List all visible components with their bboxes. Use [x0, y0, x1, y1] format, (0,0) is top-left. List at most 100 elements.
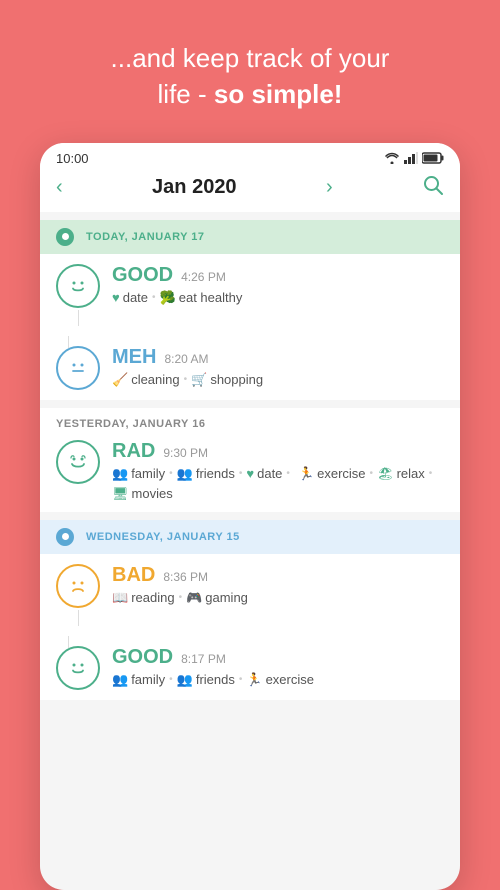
yesterday-header: YESTERDAY, JANUARY 16: [40, 408, 460, 430]
tag-label-date: date: [123, 290, 148, 305]
mood-label-bad: BAD: [112, 564, 155, 587]
entry-content-bad: BAD 8:36 PM 📖 reading • 🎮 gaming: [112, 564, 444, 606]
status-bar: 10:00: [40, 143, 460, 166]
smiley-rad-icon: [65, 449, 91, 475]
entry-tags-bad: 📖 reading • 🎮 gaming: [112, 590, 444, 606]
mood-icon-good: [56, 264, 100, 308]
tag-friends-2: 👥 friends: [177, 672, 235, 688]
mood-label-good2: GOOD: [112, 646, 173, 669]
cleaning-icon: 🧹: [112, 372, 128, 388]
tag-label-exercise-rad: exercise: [317, 466, 365, 481]
movies-icon: 🖥: [112, 486, 129, 502]
entry-time-rad: 9:30 PM: [163, 446, 208, 460]
tag-label-family: family: [131, 466, 165, 481]
tag-cleaning: 🧹 cleaning: [112, 372, 180, 388]
tag-family: 👥 family: [112, 466, 165, 482]
mood-icon-meh: [56, 346, 100, 390]
entry-time-bad: 8:36 PM: [163, 570, 208, 584]
battery-icon: [422, 152, 444, 164]
wednesday-dot: [56, 528, 74, 546]
prev-month-button[interactable]: ‹: [56, 176, 63, 199]
entry-title-row-bad: BAD 8:36 PM: [112, 564, 444, 587]
entry-title-row: GOOD 4:26 PM: [112, 264, 444, 287]
tag-gaming: 🎮 gaming: [186, 590, 248, 606]
mood-label-rad: RAD: [112, 440, 155, 463]
entry-title-row-meh: MEH 8:20 AM: [112, 346, 444, 369]
tagline-line1: ...and keep track of your: [111, 43, 390, 73]
tag-label-eat: eat healthy: [179, 290, 243, 305]
today-block: TODAY, JANUARY 17 GOOD: [40, 220, 460, 400]
tag-label-friends2: friends: [196, 672, 235, 687]
entry-good-1[interactable]: GOOD 4:26 PM ♥ date • 🥦 eat healthy: [40, 254, 460, 336]
heart-icon: ♥: [112, 290, 120, 305]
tag-label-cleaning: cleaning: [131, 372, 179, 387]
entry-tags-rad: 👥 family • 👥 friends • ♥ date: [112, 466, 444, 502]
entry-content-good-2: GOOD 8:17 PM 👥 family • 👥 friends: [112, 646, 444, 688]
tag-date-rad: ♥ date: [246, 466, 282, 481]
wednesday-block: WEDNESDAY, JANUARY 15 BA: [40, 520, 460, 700]
tag-label-date-rad: date: [257, 466, 282, 481]
smiley-meh-icon: [65, 355, 91, 381]
family-icon: 👥: [112, 466, 128, 482]
entry-time-good: 4:26 PM: [181, 270, 226, 284]
tag-family-2: 👥 family: [112, 672, 165, 688]
today-label: TODAY, JANUARY 17: [86, 231, 205, 243]
entry-good-2[interactable]: GOOD 8:17 PM 👥 family • 👥 friends: [40, 636, 460, 700]
smiley-good-icon: [65, 273, 91, 299]
entry-connector: [78, 310, 79, 326]
search-icon: [422, 174, 444, 196]
tag-eat-healthy: 🥦 eat healthy: [160, 290, 243, 306]
entry-title-row-good2: GOOD 8:17 PM: [112, 646, 444, 669]
wifi-icon: [384, 152, 400, 164]
entry-time-good2: 8:17 PM: [181, 652, 226, 666]
mood-label-meh: MEH: [112, 346, 156, 369]
tag-label-relax: relax: [397, 466, 425, 481]
signal-icon: [404, 152, 418, 164]
reading-icon: 📖: [112, 590, 128, 606]
day-list: TODAY, JANUARY 17 GOOD: [40, 212, 460, 890]
entry-tags-good: ♥ date • 🥦 eat healthy: [112, 290, 444, 306]
entry-content-meh-1: MEH 8:20 AM 🧹 cleaning • 🛒 shopping: [112, 346, 444, 388]
friends-icon: 👥: [177, 466, 193, 482]
wednesday-dot-inner: [62, 533, 69, 540]
entry-connector-bad: [78, 610, 79, 626]
tag-friends: 👥 friends: [177, 466, 235, 482]
entry-rad-1[interactable]: RAD 9:30 PM 👥 family • 👥 friends: [40, 430, 460, 512]
clock: 10:00: [56, 151, 89, 166]
entry-time-meh: 8:20 AM: [164, 352, 208, 366]
tag-label-family2: family: [131, 672, 165, 687]
today-dot-inner: [62, 233, 69, 240]
mood-label-good: GOOD: [112, 264, 173, 287]
tag-reading: 📖 reading: [112, 590, 175, 606]
friends2-icon: 👥: [177, 672, 193, 688]
mood-icon-bad: [56, 564, 100, 608]
tagline-line2: life - so simple!: [158, 79, 343, 109]
gaming-icon: 🎮: [186, 590, 202, 606]
phone-frame: 10:00 ‹ Jan 2020 ›: [40, 143, 460, 890]
month-title: Jan 2020: [152, 176, 237, 199]
tagline: ...and keep track of your life - so simp…: [81, 0, 420, 143]
tag-label-exercise2: exercise: [266, 672, 314, 687]
heart-rad-icon: ♥: [246, 466, 254, 481]
mood-icon-rad: [56, 440, 100, 484]
tag-label-reading: reading: [131, 590, 174, 605]
entry-bad-1[interactable]: BAD 8:36 PM 📖 reading • 🎮 gaming: [40, 554, 460, 636]
next-month-button[interactable]: ›: [326, 176, 333, 199]
search-button[interactable]: [422, 174, 444, 202]
wednesday-label: WEDNESDAY, JANUARY 15: [86, 531, 240, 543]
exercise-rad-icon: 🏃: [298, 466, 314, 482]
tag-label-friends: friends: [196, 466, 235, 481]
relax-icon: 🏖: [377, 466, 394, 482]
today-dot: [56, 228, 74, 246]
tag-relax: 🏖 relax: [377, 466, 425, 482]
navigation-bar: ‹ Jan 2020 ›: [40, 166, 460, 212]
entry-tags-good2: 👥 family • 👥 friends • 🏃 exercise: [112, 672, 444, 688]
yesterday-block: YESTERDAY, JANUARY 16: [40, 408, 460, 512]
tag-label-movies: movies: [132, 486, 173, 501]
shopping-icon: 🛒: [191, 372, 207, 388]
tag-exercise-rad: 🏃 exercise: [298, 466, 366, 482]
entry-meh-1[interactable]: MEH 8:20 AM 🧹 cleaning • 🛒 shopping: [40, 336, 460, 400]
entry-tags-meh: 🧹 cleaning • 🛒 shopping: [112, 372, 444, 388]
tag-date: ♥ date: [112, 290, 148, 305]
tag-label-gaming: gaming: [205, 590, 248, 605]
